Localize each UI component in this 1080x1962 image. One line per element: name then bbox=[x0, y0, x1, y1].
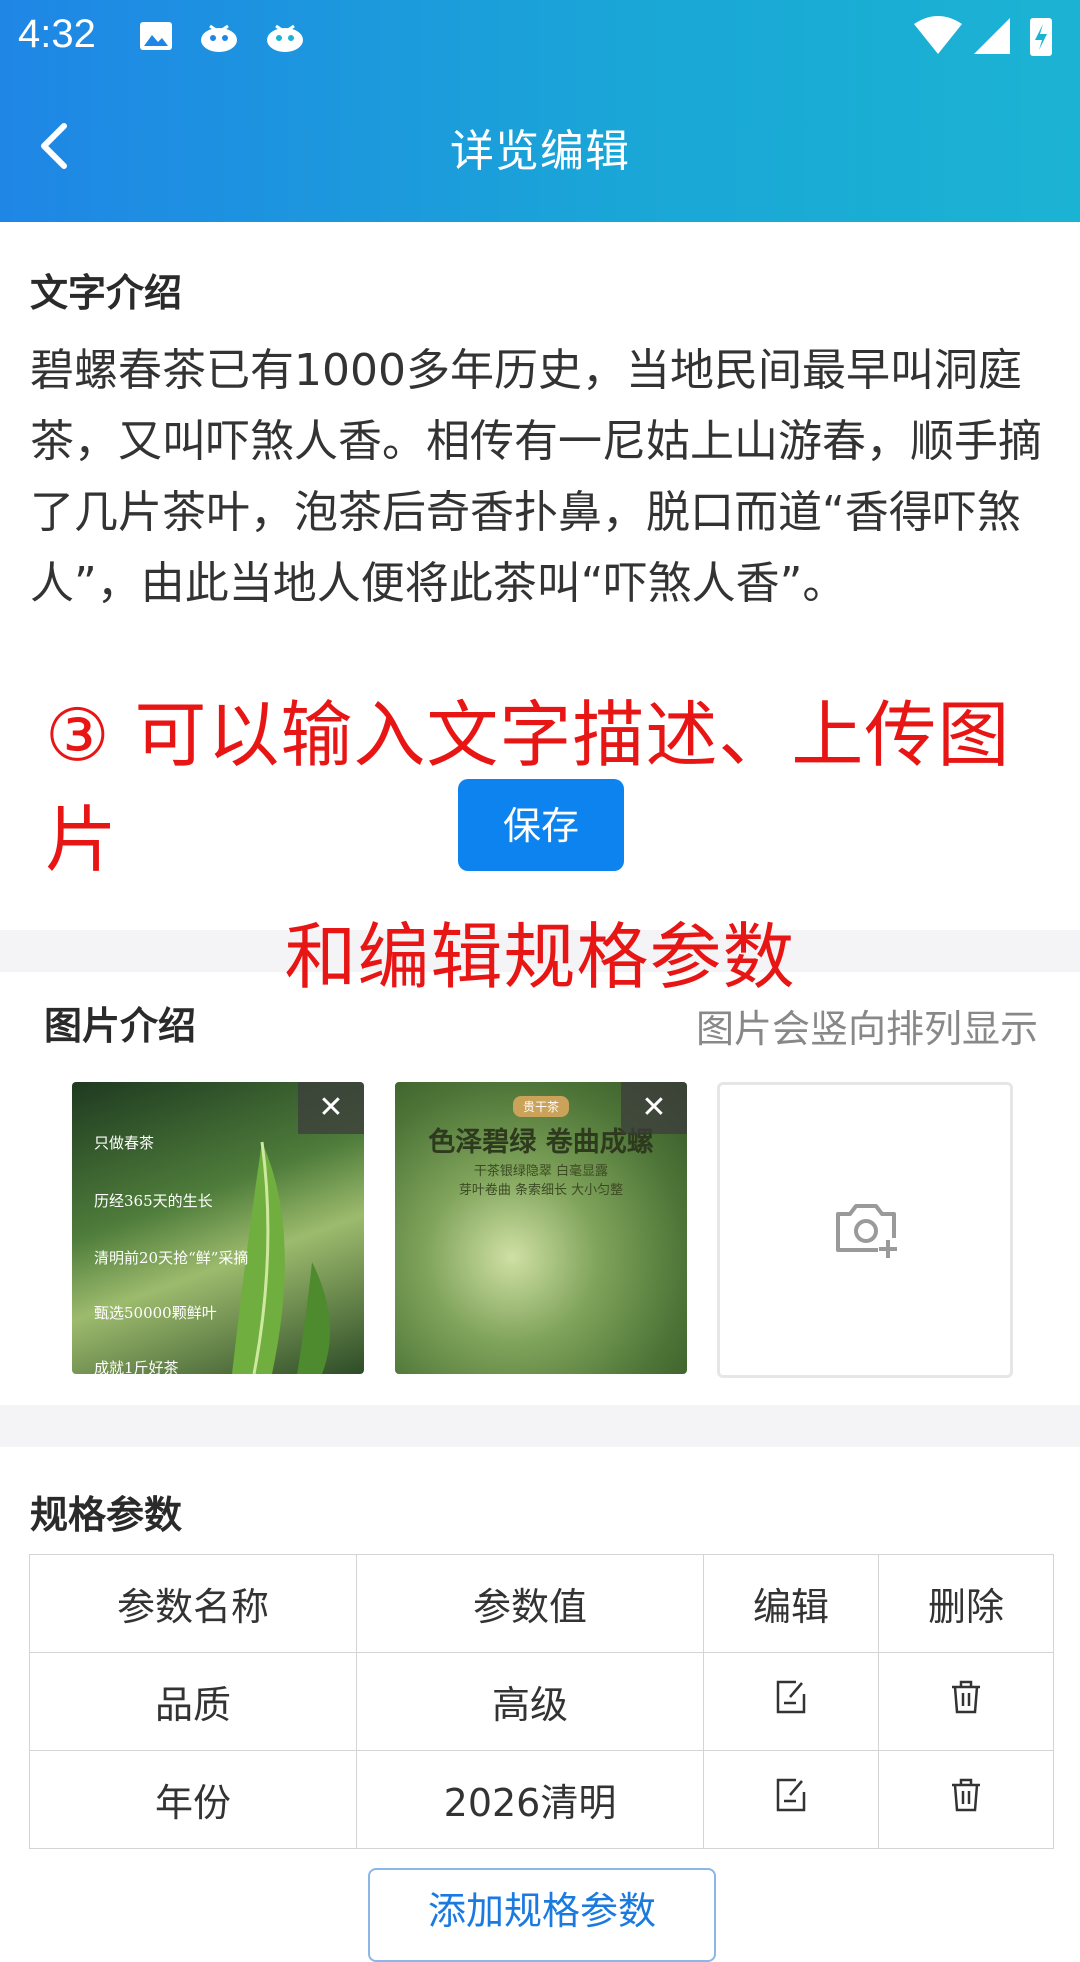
image-caption: 历经365天的生长 bbox=[94, 1192, 213, 1210]
add-image-button[interactable] bbox=[717, 1082, 1013, 1378]
header-param-value: 参数值 bbox=[356, 1554, 704, 1653]
uploaded-image-2[interactable]: 贵干茶 色泽碧绿 卷曲成螺 干茶银绿隐翠 白毫显露 芽叶卷曲 条索细长 大小匀整… bbox=[395, 1082, 687, 1374]
trash-icon bbox=[952, 1778, 980, 1812]
picture-intro-hint: 图片会竖向排列显示 bbox=[695, 1007, 1038, 1051]
image-subtitle: 芽叶卷曲 条索细长 大小匀整 bbox=[458, 1183, 624, 1198]
text-intro-content[interactable]: 碧螺春茶已有1000多年历史，当地民间最早叫洞庭茶，又叫吓煞人香。相传有一尼姑上… bbox=[30, 335, 1055, 619]
param-name: 品质 bbox=[29, 1652, 357, 1751]
trash-icon bbox=[952, 1680, 980, 1714]
system-status-icons bbox=[914, 16, 1052, 56]
picture-intro-title: 图片介绍 bbox=[44, 1004, 197, 1048]
delete-button[interactable] bbox=[878, 1750, 1054, 1849]
edit-icon bbox=[776, 1778, 806, 1812]
remove-image-button[interactable]: ✕ bbox=[298, 1082, 364, 1134]
remove-image-button[interactable]: ✕ bbox=[621, 1082, 687, 1134]
image-badge: 贵干茶 bbox=[513, 1096, 570, 1117]
table-row: 品质 高级 bbox=[29, 1652, 1054, 1751]
save-button[interactable]: 保存 bbox=[458, 779, 624, 871]
uploaded-image-1[interactable]: 只做春茶 历经365天的生长 清明前20天抢“鲜”采摘 甄选50000颗鲜叶 成… bbox=[72, 1082, 364, 1374]
edit-button[interactable] bbox=[703, 1652, 879, 1751]
annotation-line-2: 和编辑规格参数 bbox=[284, 915, 796, 999]
param-value: 2026清明 bbox=[356, 1750, 704, 1849]
edit-icon bbox=[776, 1680, 806, 1714]
header-delete: 删除 bbox=[878, 1554, 1054, 1653]
close-icon: ✕ bbox=[318, 1090, 344, 1125]
add-spec-button[interactable]: 添加规格参数 bbox=[368, 1868, 716, 1962]
header-edit: 编辑 bbox=[703, 1554, 879, 1653]
header-param-name: 参数名称 bbox=[29, 1554, 357, 1653]
status-time: 4:32 bbox=[18, 12, 96, 56]
image-caption: 成就1斤好茶 bbox=[94, 1359, 179, 1374]
image-caption: 只做春茶 bbox=[94, 1134, 155, 1152]
status-bar: 4:32 bbox=[0, 0, 1080, 72]
camera-plus-icon bbox=[836, 1204, 898, 1258]
image-icon bbox=[140, 22, 172, 50]
app-notification-icon bbox=[201, 24, 237, 52]
spec-table: 参数名称 参数值 编辑 删除 品质 高级 年份 2026清明 bbox=[29, 1554, 1054, 1849]
section-divider bbox=[0, 1405, 1080, 1447]
app-header: 4:32 详览编辑 bbox=[0, 0, 1080, 222]
signal-icon bbox=[974, 18, 1010, 54]
edit-button[interactable] bbox=[703, 1750, 879, 1849]
image-subtitle: 干茶银绿隐翠 白毫显露 bbox=[473, 1164, 609, 1179]
page-title: 详览编辑 bbox=[450, 126, 630, 177]
close-icon: ✕ bbox=[641, 1090, 667, 1125]
spec-table-header: 参数名称 参数值 编辑 删除 bbox=[29, 1554, 1054, 1653]
wifi-icon bbox=[914, 16, 962, 54]
param-name: 年份 bbox=[29, 1750, 357, 1849]
app-notification-icon bbox=[267, 24, 303, 52]
spec-title: 规格参数 bbox=[30, 1493, 183, 1537]
param-value: 高级 bbox=[356, 1652, 704, 1751]
image-caption: 甄选50000颗鲜叶 bbox=[94, 1304, 217, 1322]
text-intro-title: 文字介绍 bbox=[30, 271, 183, 315]
delete-button[interactable] bbox=[878, 1652, 1054, 1751]
image-caption: 清明前20天抢“鲜”采摘 bbox=[94, 1249, 249, 1267]
table-row: 年份 2026清明 bbox=[29, 1750, 1054, 1849]
